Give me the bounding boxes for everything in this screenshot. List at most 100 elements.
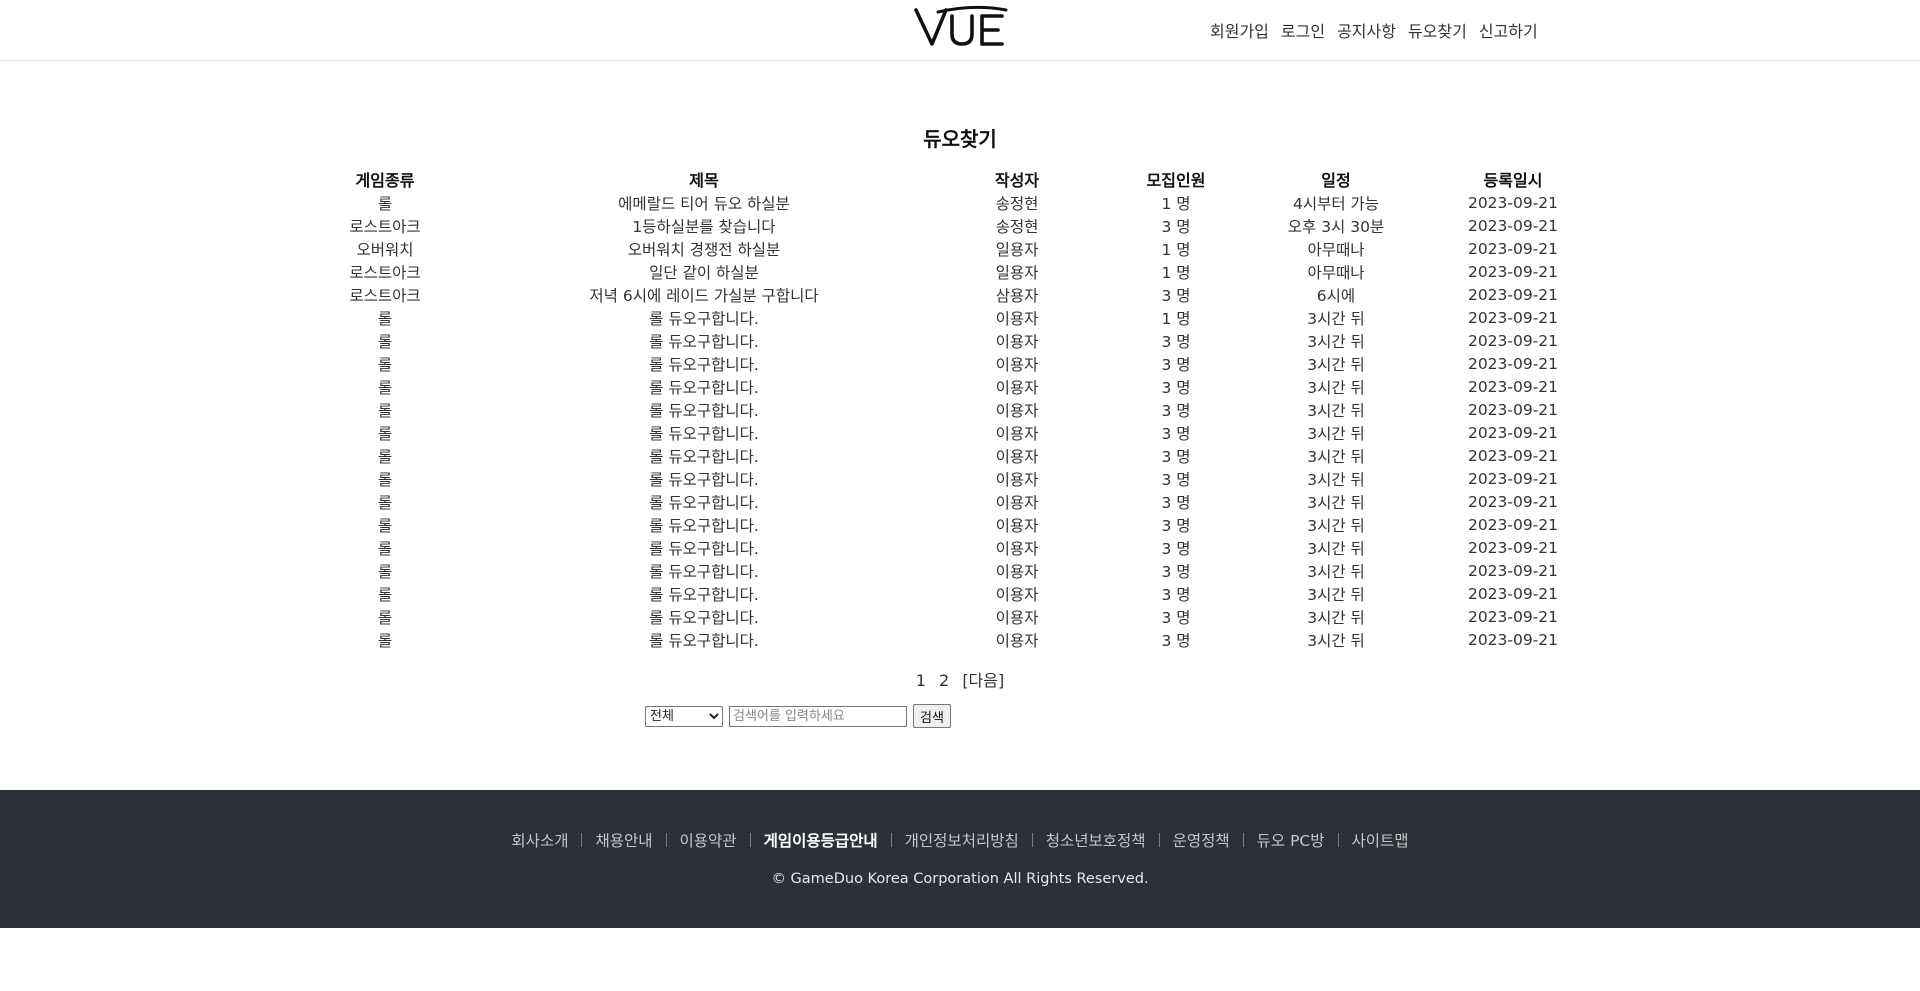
cell-author: 이용자 xyxy=(995,378,1039,397)
footer-link[interactable]: 청소년보호정책 xyxy=(1046,829,1146,851)
table-row[interactable]: 롤 롤 듀오구합니다. 이용자 1 명 3시간 뒤 2023-09-21 xyxy=(305,306,1615,329)
page-2-link[interactable]: 2 xyxy=(939,671,949,690)
table-row[interactable]: 로스트아크 1등하실분를 찾습니다 송정현 3 명 오후 3시 30분 2023-09-2… xyxy=(305,214,1615,237)
cell-title[interactable]: 롤 듀오구합니다. xyxy=(465,628,943,651)
cell-recruit-count: 1 명 xyxy=(1161,194,1191,213)
search-category-select[interactable]: 전체 xyxy=(645,705,723,727)
footer-link[interactable]: 이용약관 xyxy=(680,829,737,851)
cell-schedule: 3시간 뒤 xyxy=(1307,401,1365,420)
cell-author: 이용자 xyxy=(995,493,1039,512)
cell-title[interactable]: 롤 듀오구합니다. xyxy=(465,467,943,490)
cell-recruit-count: 3 명 xyxy=(1161,217,1191,236)
search-button[interactable]: 검색 xyxy=(913,704,951,728)
table-row[interactable]: 롤 롤 듀오구합니다. 이용자 3 명 3시간 뒤 2023-09-21 xyxy=(305,559,1615,582)
cell-game-type: 롤 xyxy=(377,309,393,328)
cell-title[interactable]: 오버워치 경쟁전 하실분 xyxy=(465,237,943,260)
cell-title[interactable]: 롤 듀오구합니다. xyxy=(465,375,943,398)
table-body: 롤 에메랄드 티어 듀오 하실분 송정현 1 명 4시부터 가능 2023-09-21 로스… xyxy=(305,191,1615,651)
cell-registered-date: 2023-09-21 xyxy=(1467,216,1559,235)
pagination: 1 2 [다음] xyxy=(0,667,1920,691)
header-title: 제목 xyxy=(689,171,719,190)
cell-title[interactable]: 롤 듀오구합니다. xyxy=(465,398,943,421)
table-row[interactable]: 롤 롤 듀오구합니다. 이용자 3 명 3시간 뒤 2023-09-21 xyxy=(305,421,1615,444)
table-row[interactable]: 롤 롤 듀오구합니다. 이용자 3 명 3시간 뒤 2023-09-21 xyxy=(305,513,1615,536)
footer-separator xyxy=(665,833,667,847)
table-row[interactable]: 롤 롤 듀오구합니다. 이용자 3 명 3시간 뒤 2023-09-21 xyxy=(305,375,1615,398)
cell-recruit-count: 3 명 xyxy=(1161,585,1191,604)
cell-schedule: 3시간 뒤 xyxy=(1307,447,1365,466)
cell-registered-date: 2023-09-21 xyxy=(1467,331,1559,350)
cell-title[interactable]: 롤 듀오구합니다. xyxy=(465,582,943,605)
cell-recruit-count: 3 명 xyxy=(1161,631,1191,650)
footer-link[interactable]: 채용안내 xyxy=(595,829,652,851)
footer-link[interactable]: 게임이용등급안내 xyxy=(764,829,878,851)
footer-link[interactable]: 개인정보처리방침 xyxy=(905,829,1019,851)
table-row[interactable]: 롤 롤 듀오구합니다. 이용자 3 명 3시간 뒤 2023-09-21 xyxy=(305,582,1615,605)
cell-registered-date: 2023-09-21 xyxy=(1467,239,1559,258)
nav-find-duo-link[interactable]: 듀오찾기 xyxy=(1408,18,1467,42)
table-row[interactable]: 로스트아크 저녁 6시에 레이드 가실분 구합니다 삼용자 3 명 6시에 2023-09… xyxy=(305,283,1615,306)
search-input[interactable] xyxy=(729,705,907,727)
cell-author: 이용자 xyxy=(995,585,1039,604)
footer-link[interactable]: 회사소개 xyxy=(511,829,568,851)
cell-game-type: 롤 xyxy=(377,332,393,351)
cell-author: 이용자 xyxy=(995,608,1039,627)
cell-title[interactable]: 일단 같이 하실분 xyxy=(465,260,943,283)
cell-title[interactable]: 롤 듀오구합니다. xyxy=(465,329,943,352)
cell-schedule: 3시간 뒤 xyxy=(1307,424,1365,443)
table-row[interactable]: 롤 롤 듀오구합니다. 이용자 3 명 3시간 뒤 2023-09-21 xyxy=(305,444,1615,467)
table-row[interactable]: 로스트아크 일단 같이 하실분 일용자 1 명 아무때나 2023-09-21 xyxy=(305,260,1615,283)
cell-title[interactable]: 롤 듀오구합니다. xyxy=(465,559,943,582)
cell-title[interactable]: 저녁 6시에 레이드 가실분 구합니다 xyxy=(465,283,943,306)
cell-game-type: 롤 xyxy=(377,470,393,489)
table-row[interactable]: 롤 롤 듀오구합니다. 이용자 3 명 3시간 뒤 2023-09-21 xyxy=(305,352,1615,375)
nav-signup-link[interactable]: 회원가입 xyxy=(1210,18,1269,42)
duo-board-table: 게임종류 제목 작성자 모집인원 일정 등록일시 롤 에메랄드 티어 듀오 하실분… xyxy=(305,167,1615,651)
cell-title[interactable]: 롤 듀오구합니다. xyxy=(465,513,943,536)
cell-recruit-count: 3 명 xyxy=(1161,424,1191,443)
cell-title[interactable]: 롤 듀오구합니다. xyxy=(465,605,943,628)
table-row[interactable]: 오버워치 오버워치 경쟁전 하실분 일용자 1 명 아무때나 2023-09-21 xyxy=(305,237,1615,260)
cell-recruit-count: 3 명 xyxy=(1161,378,1191,397)
footer-link[interactable]: 듀오 PC방 xyxy=(1257,829,1325,851)
cell-schedule: 3시간 뒤 xyxy=(1307,470,1365,489)
cell-schedule: 3시간 뒤 xyxy=(1307,355,1365,374)
footer-link[interactable]: 사이트맵 xyxy=(1352,829,1409,851)
cell-game-type: 롤 xyxy=(377,447,393,466)
table-row[interactable]: 롤 롤 듀오구합니다. 이용자 3 명 3시간 뒤 2023-09-21 xyxy=(305,329,1615,352)
cell-registered-date: 2023-09-21 xyxy=(1467,308,1559,327)
cell-registered-date: 2023-09-21 xyxy=(1467,584,1559,603)
table-row[interactable]: 롤 롤 듀오구합니다. 이용자 3 명 3시간 뒤 2023-09-21 xyxy=(305,467,1615,490)
table-row[interactable]: 롤 롤 듀오구합니다. 이용자 3 명 3시간 뒤 2023-09-21 xyxy=(305,536,1615,559)
cell-title[interactable]: 롤 듀오구합니다. xyxy=(465,421,943,444)
cell-title[interactable]: 롤 듀오구합니다. xyxy=(465,490,943,513)
footer-links: 회사소개 채용안내 이용약관 게임이용등급안내 개인정보처리방침 청소년보호정책 운영정책 듀… xyxy=(0,829,1920,851)
next-page-link[interactable]: [다음] xyxy=(962,671,1004,690)
cell-game-type: 롤 xyxy=(377,631,393,650)
cell-title[interactable]: 롤 듀오구합니다. xyxy=(465,444,943,467)
cell-title[interactable]: 롤 듀오구합니다. xyxy=(465,352,943,375)
cell-title[interactable]: 에메랄드 티어 듀오 하실분 xyxy=(465,191,943,214)
cell-title[interactable]: 1등하실분를 찾습니다 xyxy=(465,214,943,237)
footer-link[interactable]: 운영정책 xyxy=(1173,829,1230,851)
nav-notice-link[interactable]: 공지사항 xyxy=(1337,18,1396,42)
table-row[interactable]: 롤 롤 듀오구합니다. 이용자 3 명 3시간 뒤 2023-09-21 xyxy=(305,398,1615,421)
nav-report-link[interactable]: 신고하기 xyxy=(1479,18,1538,42)
nav-login-link[interactable]: 로그인 xyxy=(1281,18,1325,42)
cell-title[interactable]: 롤 듀오구합니다. xyxy=(465,306,943,329)
table-row[interactable]: 롤 에메랄드 티어 듀오 하실분 송정현 1 명 4시부터 가능 2023-09-21 xyxy=(305,191,1615,214)
cell-registered-date: 2023-09-21 xyxy=(1467,492,1559,511)
cell-schedule: 3시간 뒤 xyxy=(1307,378,1365,397)
cell-schedule: 3시간 뒤 xyxy=(1307,539,1365,558)
cell-title[interactable]: 롤 듀오구합니다. xyxy=(465,536,943,559)
table-row[interactable]: 롤 롤 듀오구합니다. 이용자 3 명 3시간 뒤 2023-09-21 xyxy=(305,605,1615,628)
cell-schedule: 아무때나 xyxy=(1307,240,1365,259)
cell-schedule: 오후 3시 30분 xyxy=(1287,217,1385,236)
vue-logo[interactable] xyxy=(914,4,1008,50)
cell-author: 이용자 xyxy=(995,539,1039,558)
table-row[interactable]: 롤 롤 듀오구합니다. 이용자 3 명 3시간 뒤 2023-09-21 xyxy=(305,490,1615,513)
page-1-link[interactable]: 1 xyxy=(916,671,926,690)
footer-separator xyxy=(581,833,583,847)
table-row[interactable]: 롤 롤 듀오구합니다. 이용자 3 명 3시간 뒤 2023-09-21 xyxy=(305,628,1615,651)
cell-author: 이용자 xyxy=(995,332,1039,351)
